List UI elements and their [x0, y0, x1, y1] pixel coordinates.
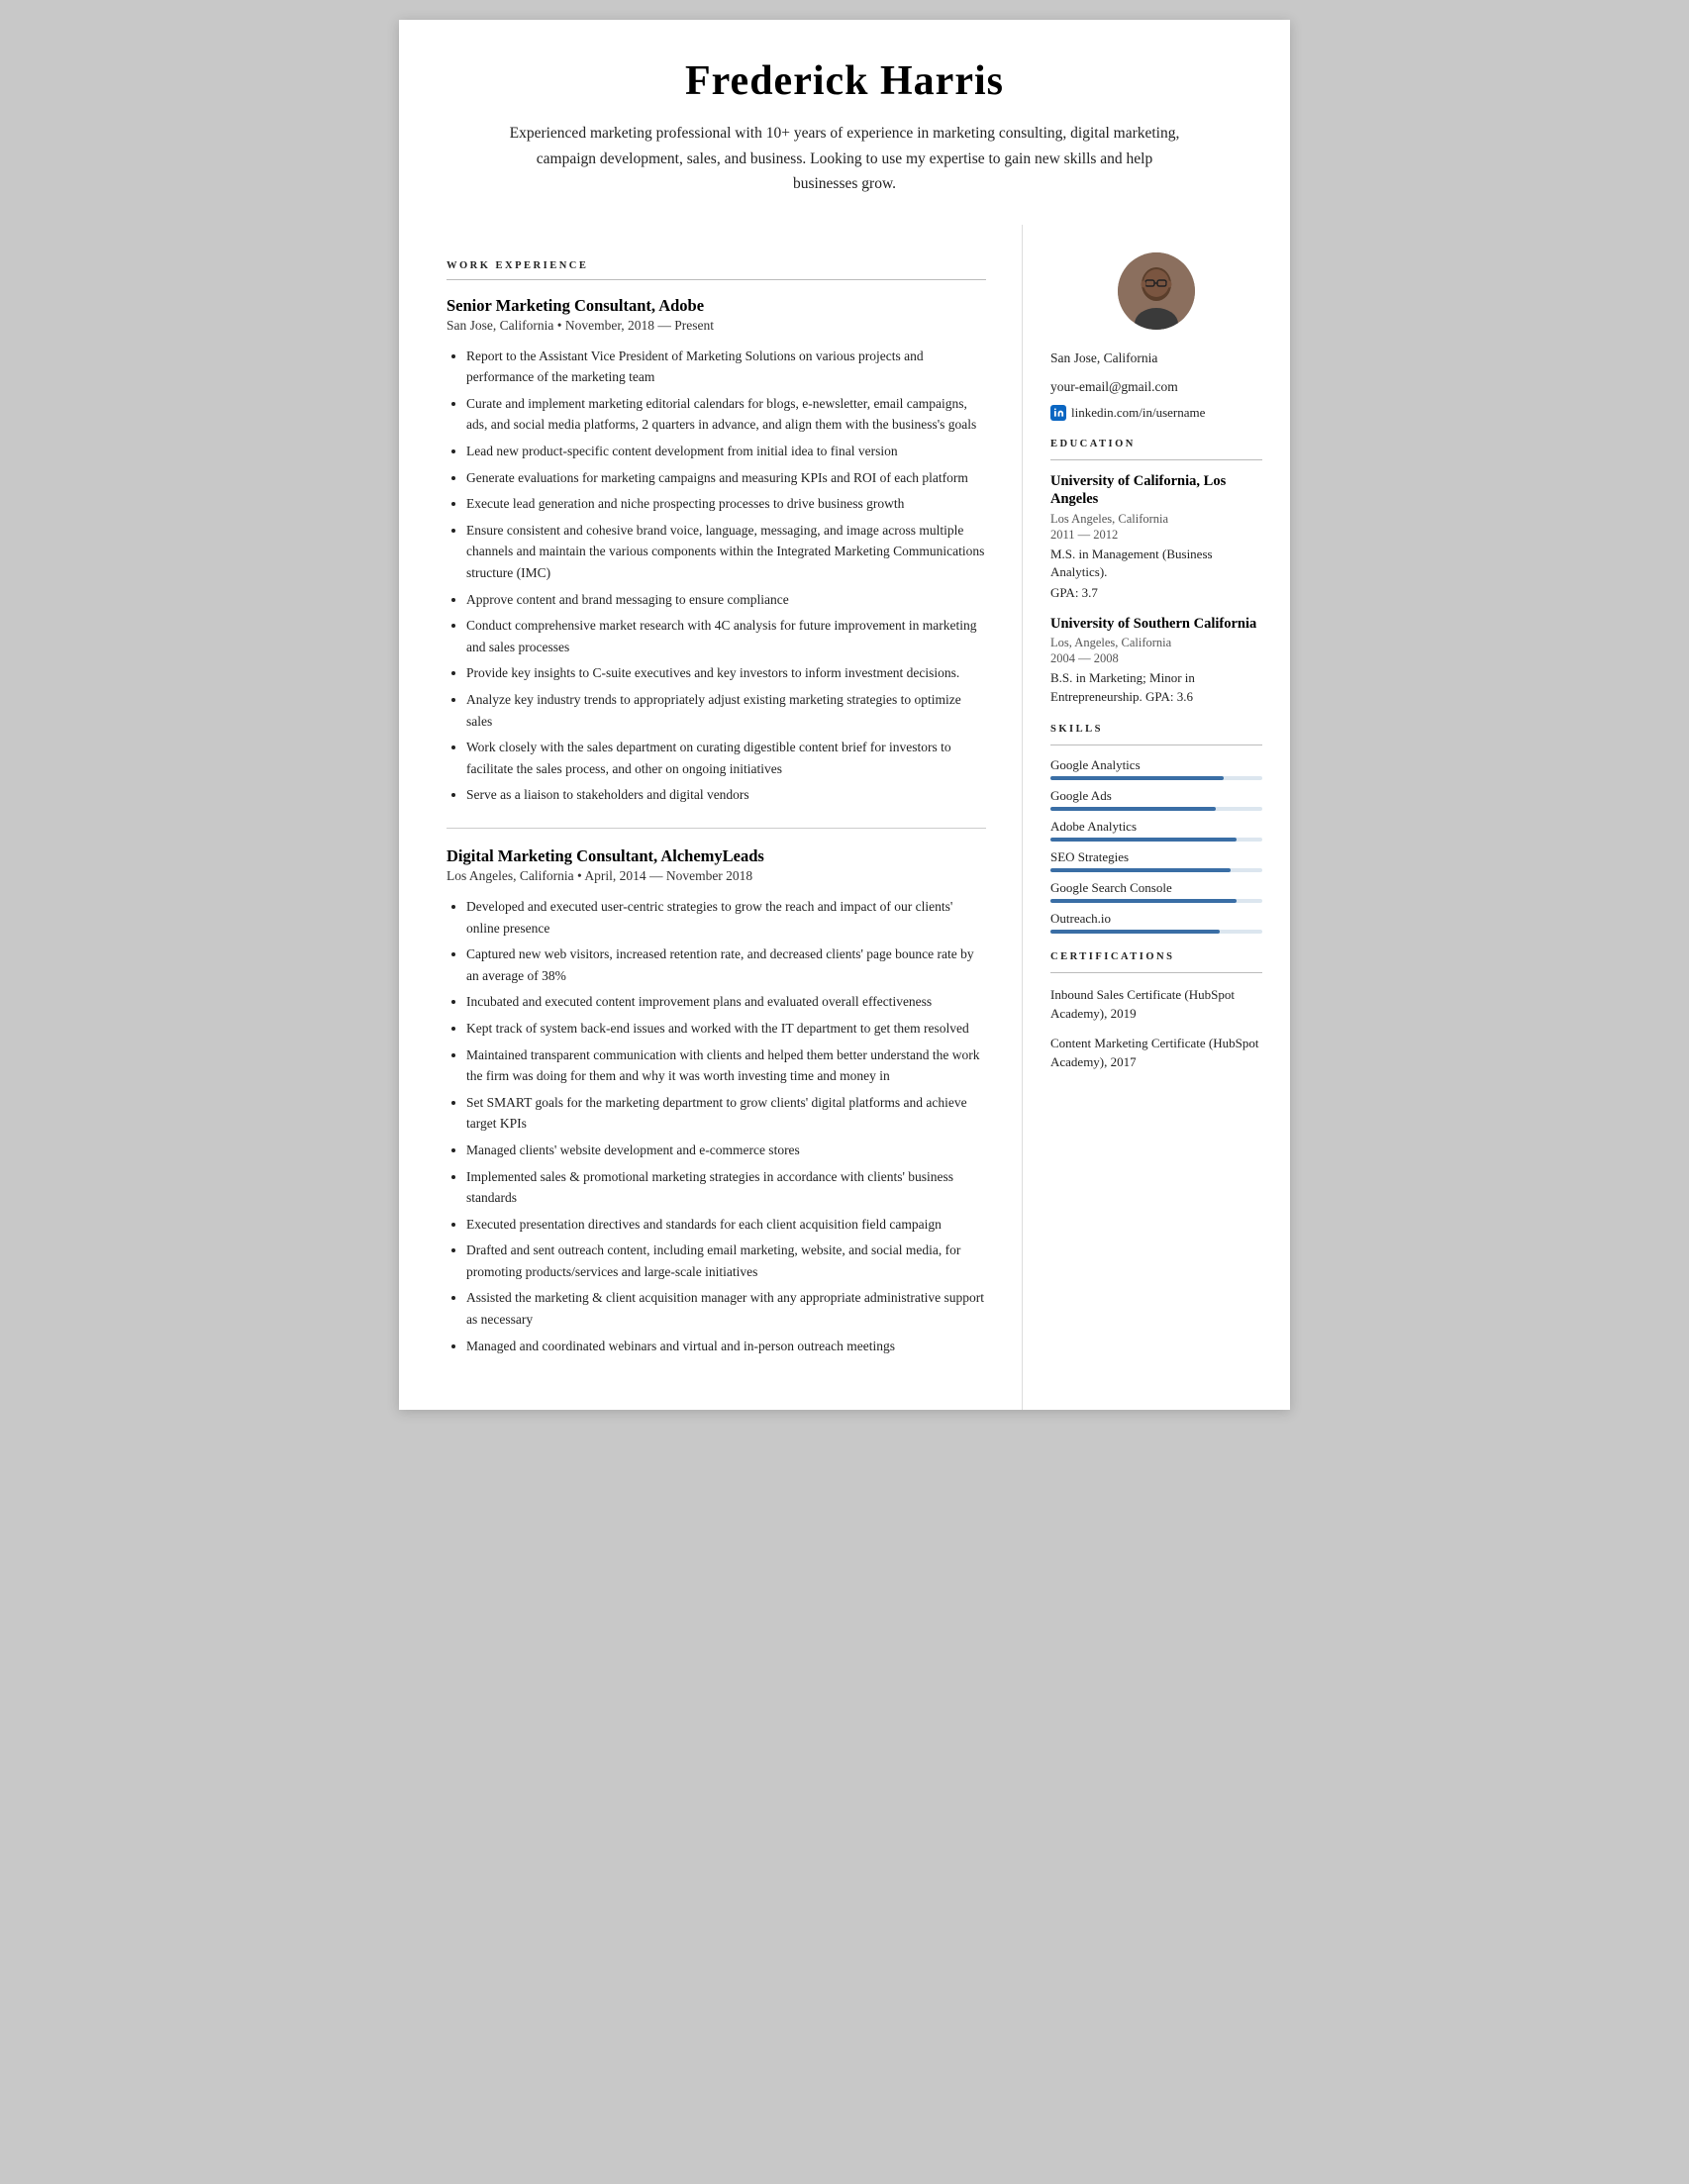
main-column: WORK EXPERIENCE Senior Marketing Consult…: [399, 225, 1023, 1411]
job-1-bullet-3: Lead new product-specific content develo…: [466, 441, 986, 462]
job-2-bullet-12: Managed and coordinated webinars and vir…: [466, 1336, 986, 1357]
job-1-bullets: Report to the Assistant Vice President o…: [466, 346, 986, 806]
job-1-bullet-7: Approve content and brand messaging to e…: [466, 589, 986, 611]
skill-bar-bg-0: [1050, 776, 1262, 780]
linkedin-icon: [1050, 405, 1066, 421]
linkedin-row: linkedin.com/in/username: [1050, 405, 1262, 421]
skill-bar-fill-0: [1050, 776, 1224, 780]
job-1-bullet-6: Ensure consistent and cohesive brand voi…: [466, 520, 986, 584]
skill-item-4: Google Search Console: [1050, 880, 1262, 903]
cert-item-1: Content Marketing Certificate (HubSpot A…: [1050, 1034, 1262, 1072]
skill-item-0: Google Analytics: [1050, 757, 1262, 780]
skill-bar-fill-4: [1050, 899, 1237, 903]
school-2-location: Los, Angeles, California: [1050, 636, 1262, 650]
sidebar: San Jose, California your-email@gmail.co…: [1023, 225, 1290, 1411]
skill-item-1: Google Ads: [1050, 788, 1262, 811]
resume-body: WORK EXPERIENCE Senior Marketing Consult…: [399, 225, 1290, 1411]
skill-item-5: Outreach.io: [1050, 911, 1262, 934]
skill-bar-bg-1: [1050, 807, 1262, 811]
school-1: University of California, Los Angeles Lo…: [1050, 472, 1262, 601]
job-2-bullet-11: Assisted the marketing & client acquisit…: [466, 1287, 986, 1330]
job-1-bullet-9: Provide key insights to C-suite executiv…: [466, 662, 986, 684]
skill-name-2: Adobe Analytics: [1050, 819, 1262, 835]
skill-bar-bg-4: [1050, 899, 1262, 903]
school-1-location: Los Angeles, California: [1050, 512, 1262, 527]
job-1-bullet-1: Report to the Assistant Vice President o…: [466, 346, 986, 388]
job-2: Digital Marketing Consultant, AlchemyLea…: [447, 846, 986, 1356]
linkedin-url: linkedin.com/in/username: [1071, 405, 1205, 421]
job-2-bullet-2: Captured new web visitors, increased ret…: [466, 943, 986, 986]
work-experience-divider: [447, 279, 986, 280]
skill-bar-bg-5: [1050, 930, 1262, 934]
job-1-bullet-11: Work closely with the sales department o…: [466, 737, 986, 779]
job-2-bullet-6: Set SMART goals for the marketing depart…: [466, 1092, 986, 1135]
skill-name-0: Google Analytics: [1050, 757, 1262, 773]
skills-list: Google Analytics Google Ads Adobe Analyt…: [1050, 757, 1262, 934]
certifications-label: CERTIFICATIONS: [1050, 951, 1262, 962]
school-2-degree: B.S. in Marketing; Minor in Entrepreneur…: [1050, 669, 1262, 705]
education-label: EDUCATION: [1050, 439, 1262, 449]
skill-bar-bg-2: [1050, 838, 1262, 842]
school-1-degree: M.S. in Management (Business Analytics).: [1050, 546, 1262, 581]
skill-bar-bg-3: [1050, 868, 1262, 872]
work-experience-label: WORK EXPERIENCE: [447, 260, 986, 271]
resume-header: Frederick Harris Experienced marketing p…: [399, 20, 1290, 225]
school-2: University of Southern California Los, A…: [1050, 615, 1262, 706]
job-2-bullet-3: Incubated and executed content improveme…: [466, 991, 986, 1013]
cert-item-0: Inbound Sales Certificate (HubSpot Acade…: [1050, 985, 1262, 1024]
job-1: Senior Marketing Consultant, Adobe San J…: [447, 296, 986, 806]
job-2-bullet-10: Drafted and sent outreach content, inclu…: [466, 1240, 986, 1282]
skill-name-3: SEO Strategies: [1050, 849, 1262, 865]
skill-name-4: Google Search Console: [1050, 880, 1262, 896]
certifications-list: Inbound Sales Certificate (HubSpot Acade…: [1050, 985, 1262, 1072]
resume-document: Frederick Harris Experienced marketing p…: [399, 20, 1290, 1410]
school-1-name: University of California, Los Angeles: [1050, 472, 1262, 510]
job-2-bullet-9: Executed presentation directives and sta…: [466, 1214, 986, 1236]
job-divider: [447, 828, 986, 829]
skill-item-2: Adobe Analytics: [1050, 819, 1262, 842]
certifications-divider: [1050, 972, 1262, 973]
job-2-meta: Los Angeles, California • April, 2014 — …: [447, 868, 986, 884]
skill-bar-fill-2: [1050, 838, 1237, 842]
job-2-title: Digital Marketing Consultant, AlchemyLea…: [447, 846, 986, 866]
avatar-wrap: [1050, 252, 1262, 330]
skill-name-5: Outreach.io: [1050, 911, 1262, 927]
job-2-bullet-4: Kept track of system back-end issues and…: [466, 1018, 986, 1040]
job-2-bullet-5: Maintained transparent communication wit…: [466, 1044, 986, 1087]
avatar-svg: [1118, 252, 1195, 330]
job-1-bullet-4: Generate evaluations for marketing campa…: [466, 467, 986, 489]
job-1-bullet-8: Conduct comprehensive market research wi…: [466, 615, 986, 657]
skill-bar-fill-3: [1050, 868, 1231, 872]
contact-email: your-email@gmail.com: [1050, 376, 1262, 399]
contact-location: San Jose, California: [1050, 347, 1262, 370]
education-divider: [1050, 459, 1262, 460]
candidate-name: Frederick Harris: [478, 57, 1211, 105]
school-1-gpa: GPA: 3.7: [1050, 585, 1262, 601]
skills-label: SKILLS: [1050, 724, 1262, 735]
job-1-bullet-12: Serve as a liaison to stakeholders and d…: [466, 784, 986, 806]
avatar: [1118, 252, 1195, 330]
job-1-meta: San Jose, California • November, 2018 — …: [447, 318, 986, 334]
job-1-bullet-10: Analyze key industry trends to appropria…: [466, 689, 986, 732]
job-2-bullet-7: Managed clients' website development and…: [466, 1140, 986, 1161]
school-2-name: University of Southern California: [1050, 615, 1262, 634]
job-2-bullets: Developed and executed user-centric stra…: [466, 896, 986, 1356]
job-2-bullet-1: Developed and executed user-centric stra…: [466, 896, 986, 939]
school-2-years: 2004 — 2008: [1050, 651, 1262, 666]
job-1-title: Senior Marketing Consultant, Adobe: [447, 296, 986, 316]
candidate-summary: Experienced marketing professional with …: [508, 121, 1181, 197]
skill-item-3: SEO Strategies: [1050, 849, 1262, 872]
skill-bar-fill-1: [1050, 807, 1216, 811]
job-1-bullet-5: Execute lead generation and niche prospe…: [466, 493, 986, 515]
skill-bar-fill-5: [1050, 930, 1220, 934]
school-1-years: 2011 — 2012: [1050, 528, 1262, 543]
skill-name-1: Google Ads: [1050, 788, 1262, 804]
job-1-bullet-2: Curate and implement marketing editorial…: [466, 393, 986, 436]
job-2-bullet-8: Implemented sales & promotional marketin…: [466, 1166, 986, 1209]
